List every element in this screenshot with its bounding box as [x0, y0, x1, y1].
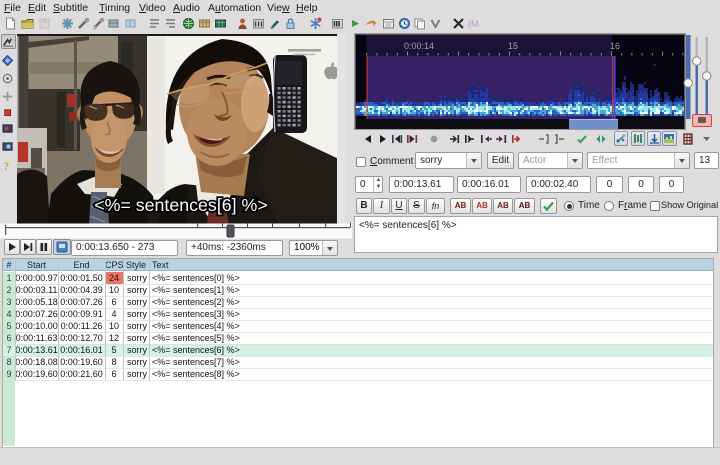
svg-text:0:00:14: 0:00:14: [404, 41, 434, 51]
svg-text:15: 15: [508, 41, 518, 51]
svg-text:(M: (M: [468, 19, 479, 29]
svg-text:?: ?: [3, 161, 9, 172]
svg-text:<%= sentences[6] %>: <%= sentences[6] %>: [94, 195, 267, 215]
svg-text:16: 16: [610, 41, 620, 51]
